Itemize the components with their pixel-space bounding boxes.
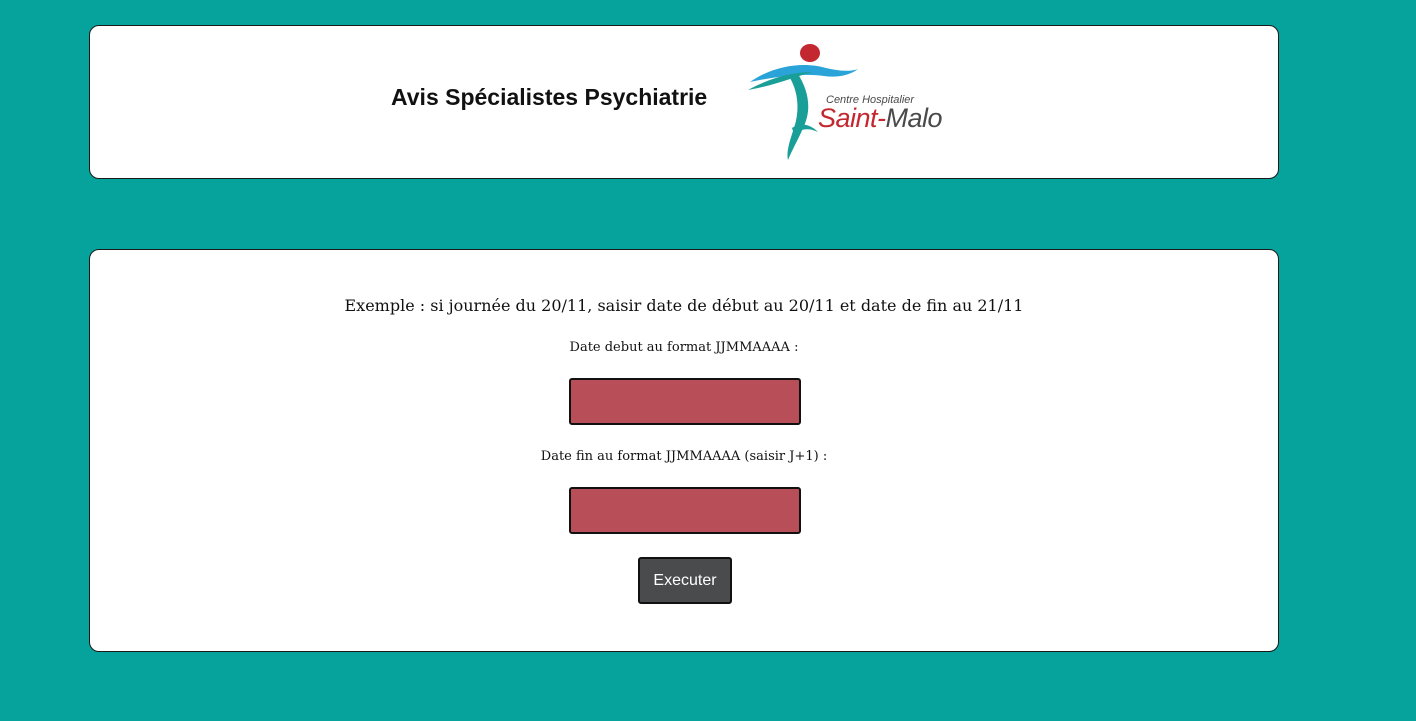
example-instructions: Exemple : si journée du 20/11, saisir da… xyxy=(344,296,1024,315)
logo-name: Saint-Malo xyxy=(818,103,943,134)
execute-button[interactable]: Executer xyxy=(638,557,732,604)
logo-name-saint: Saint- xyxy=(818,103,886,133)
end-date-label: Date fin au format JJMMAAAA (saisir J+1)… xyxy=(540,449,828,464)
end-date-input[interactable] xyxy=(569,487,801,534)
form-card: Exemple : si journée du 20/11, saisir da… xyxy=(89,249,1279,652)
header-card: Avis Spécialistes Psychiatrie Centre Hos… xyxy=(89,25,1279,179)
start-date-input[interactable] xyxy=(569,378,801,425)
start-date-label: Date debut au format JJMMAAAA : xyxy=(569,340,799,355)
page-title: Avis Spécialistes Psychiatrie xyxy=(391,84,708,110)
logo-name-malo: Malo xyxy=(885,103,943,133)
